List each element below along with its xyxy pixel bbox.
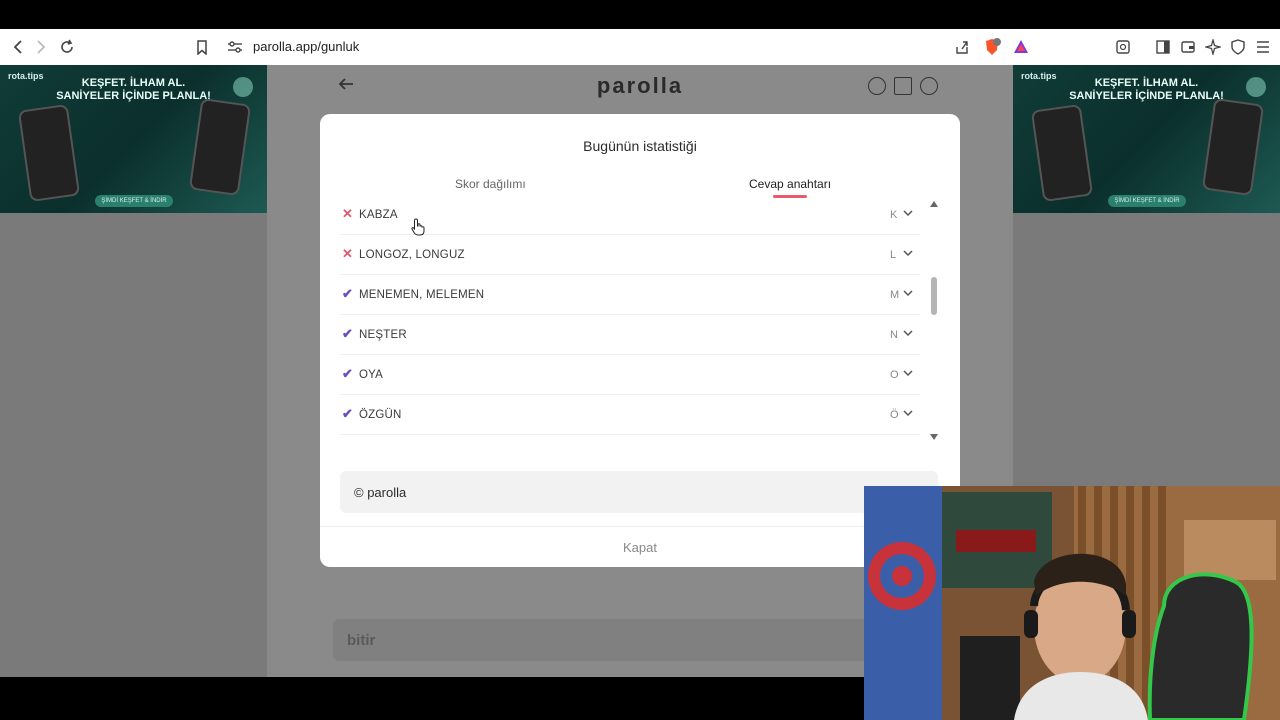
app-header-icons [868,77,938,95]
brave-rewards-icon[interactable] [1012,38,1030,56]
answer-word: NEŞTER [359,329,407,341]
answer-word: OYA [359,369,384,381]
tab-answer-key[interactable]: Cevap anahtarı [749,177,831,191]
app-logo: parolla [596,73,684,98]
answer-letter: K [890,209,898,221]
scroll-down-arrow-icon[interactable] [929,433,939,441]
leo-ai-icon[interactable] [1204,38,1222,56]
answer-input-placeholder: bitir [347,632,376,649]
list-item[interactable]: ✔ ÖZGÜN Ö [340,395,920,435]
site-settings-icon[interactable] [225,37,245,57]
chevron-down-icon[interactable] [902,367,914,379]
copyright-text: © parolla [354,485,407,500]
vpn-shield-icon[interactable] [1229,38,1247,56]
bookmark-icon[interactable] [192,37,212,57]
ad-phone-image [1030,103,1094,203]
answer-input[interactable]: bitir [333,619,873,661]
list-item[interactable]: ✔ NEŞTER N [340,315,920,355]
answer-word: MENEMEN, MELEMEN [359,289,485,301]
check-icon: ✔ [342,406,353,421]
hand-cursor-icon [411,218,425,236]
answer-word: LONGOZ, LONGUZ [359,249,465,261]
stats-icon[interactable] [894,77,912,95]
scrollbar-thumb[interactable] [931,277,937,315]
back-icon[interactable] [8,37,28,57]
info-icon[interactable] [868,77,886,95]
wrong-icon: ✕ [342,206,353,221]
ad-cta[interactable]: ŞİMDİ KEŞFET & İNDİR [1108,195,1186,207]
check-icon: ✔ [342,326,353,341]
chevron-down-icon[interactable] [902,407,914,419]
list-item[interactable]: ✕ LONGOZ, LONGUZ L [340,235,920,275]
brave-shields-icon[interactable] [983,38,1001,56]
chevron-down-icon[interactable] [902,287,914,299]
share-icon[interactable] [953,38,971,56]
screen-top-bar [0,0,1280,29]
check-icon: ✔ [342,366,353,381]
chevron-down-icon[interactable] [902,327,914,339]
chevron-down-icon[interactable] [902,247,914,259]
webcam-overlay-image [864,486,1280,720]
wallet-icon[interactable] [1179,38,1197,56]
answer-word: ÖZGÜN [359,409,402,421]
sidebar-toggle-icon[interactable] [1154,38,1172,56]
tab-score-distribution[interactable]: Skor dağılımı [455,177,526,191]
answer-list: ✕ KABZA K ✕ LONGOZ, LONGUZ L ✔ MENEMEN, … [340,195,920,435]
answer-letter: N [890,329,898,341]
reload-icon[interactable] [57,37,77,57]
modal-footer-box: © parolla [340,471,938,513]
ad-cta[interactable]: ŞİMDİ KEŞFET & İNDİR [95,195,173,207]
chevron-down-icon[interactable] [902,207,914,219]
list-item[interactable]: ✔ MENEMEN, MELEMEN M [340,275,920,315]
scroll-up-arrow-icon[interactable] [929,200,939,208]
answer-letter: M [890,289,900,301]
address-bar-url[interactable]: parolla.app/gunluk [253,39,359,54]
answer-letter: Ö [890,409,899,421]
reader-mode-icon[interactable] [1114,38,1132,56]
forward-icon[interactable] [31,37,51,57]
list-item[interactable]: ✔ OYA O [340,355,920,395]
profile-icon[interactable] [920,77,938,95]
browser-toolbar: parolla.app/gunluk [0,29,1280,65]
modal-title: Bugünün istatistiği [583,138,697,154]
wrong-icon: ✕ [342,246,353,261]
list-item[interactable]: ✕ KABZA K [340,195,920,235]
ad-phone-image [1201,97,1265,197]
menu-icon[interactable] [1254,38,1272,56]
answer-letter: O [890,369,899,381]
ad-phone-image [188,97,252,197]
ad-phone-image [17,103,81,203]
answer-letter: L [890,249,897,261]
check-icon: ✔ [342,286,353,301]
answer-word: KABZA [359,209,398,221]
